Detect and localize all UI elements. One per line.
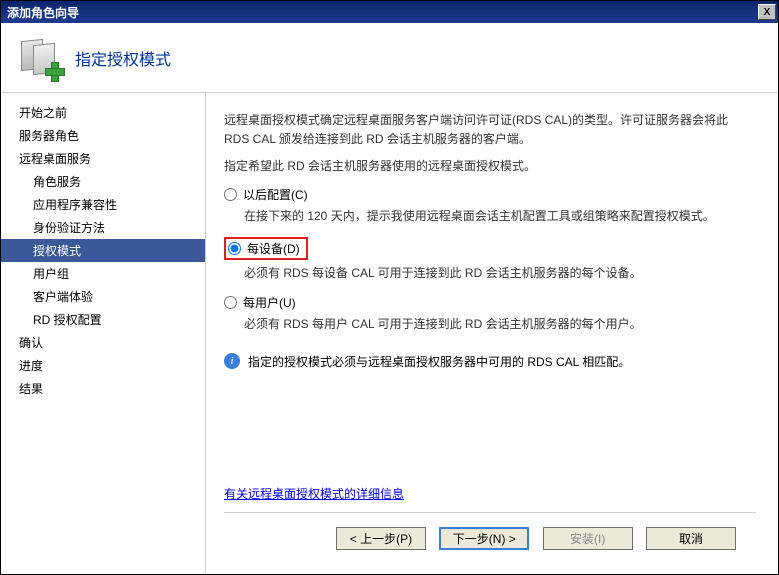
- info-text: 指定的授权模式必须与远程桌面授权服务器中可用的 RDS CAL 相匹配。: [248, 353, 630, 371]
- sidebar-item-6[interactable]: 授权模式: [1, 239, 205, 262]
- description-text: 远程桌面授权模式确定远程桌面服务客户端访问许可证(RDS CAL)的类型。许可证…: [224, 111, 756, 149]
- server-role-icon: [21, 38, 61, 78]
- sidebar-item-12[interactable]: 结果: [1, 377, 205, 400]
- option-help-per-user: 必须有 RDS 每用户 CAL 可用于连接到此 RD 会话主机服务器的每个用户。: [224, 315, 756, 333]
- option-label-per-user: 每用户(U): [243, 294, 296, 311]
- sidebar-item-10[interactable]: 确认: [1, 331, 205, 354]
- option-row-later[interactable]: 以后配置(C): [224, 186, 756, 203]
- sidebar-item-9[interactable]: RD 授权配置: [1, 308, 205, 331]
- page-title: 指定授权模式: [75, 46, 171, 70]
- content: 远程桌面授权模式确定远程桌面服务客户端访问许可证(RDS CAL)的类型。许可证…: [206, 93, 778, 574]
- body: 开始之前服务器角色远程桌面服务角色服务应用程序兼容性身份验证方法授权模式用户组客…: [1, 93, 778, 574]
- sidebar-item-2[interactable]: 远程桌面服务: [1, 147, 205, 170]
- sidebar-item-1[interactable]: 服务器角色: [1, 124, 205, 147]
- radio-later[interactable]: [224, 188, 237, 201]
- option-per-user: 每用户(U) 必须有 RDS 每用户 CAL 可用于连接到此 RD 会话主机服务器…: [224, 294, 756, 333]
- sidebar-item-5[interactable]: 身份验证方法: [1, 216, 205, 239]
- cancel-button[interactable]: 取消: [646, 527, 736, 550]
- option-help-per-device: 必须有 RDS 每设备 CAL 可用于连接到此 RD 会话主机服务器的每个设备。: [224, 264, 756, 282]
- radio-per-device[interactable]: [228, 242, 241, 255]
- window-title: 添加角色向导: [7, 4, 79, 21]
- option-label-per-device: 每设备(D): [247, 240, 300, 257]
- option-later: 以后配置(C) 在接下来的 120 天内，提示我使用远程桌面会话主机配置工具或组策…: [224, 186, 756, 225]
- sidebar-item-8[interactable]: 客户端体验: [1, 285, 205, 308]
- sidebar-item-11[interactable]: 进度: [1, 354, 205, 377]
- sidebar-item-4[interactable]: 应用程序兼容性: [1, 193, 205, 216]
- option-help-later: 在接下来的 120 天内，提示我使用远程桌面会话主机配置工具或组策略来配置授权模…: [224, 207, 756, 225]
- next-button[interactable]: 下一步(N) >: [439, 527, 529, 550]
- option-per-device: 每设备(D) 必须有 RDS 每设备 CAL 可用于连接到此 RD 会话主机服务器…: [224, 237, 756, 282]
- option-row-per-device[interactable]: 每设备(D): [224, 237, 308, 260]
- install-button[interactable]: 安装(I): [543, 527, 633, 550]
- radio-per-user[interactable]: [224, 296, 237, 309]
- option-row-per-user[interactable]: 每用户(U): [224, 294, 756, 311]
- info-row: i 指定的授权模式必须与远程桌面授权服务器中可用的 RDS CAL 相匹配。: [224, 353, 756, 371]
- header: 指定授权模式: [1, 23, 778, 93]
- sidebar-item-3[interactable]: 角色服务: [1, 170, 205, 193]
- info-icon: i: [224, 353, 240, 369]
- prev-button[interactable]: < 上一步(P): [336, 527, 426, 550]
- sidebar: 开始之前服务器角色远程桌面服务角色服务应用程序兼容性身份验证方法授权模式用户组客…: [1, 93, 206, 574]
- sidebar-item-7[interactable]: 用户组: [1, 262, 205, 285]
- titlebar: 添加角色向导 X: [1, 1, 778, 23]
- options-group: 以后配置(C) 在接下来的 120 天内，提示我使用远程桌面会话主机配置工具或组策…: [224, 186, 756, 345]
- sidebar-item-0[interactable]: 开始之前: [1, 101, 205, 124]
- wizard-window: 添加角色向导 X 指定授权模式 开始之前服务器角色远程桌面服务角色服务应用程序兼…: [0, 0, 779, 575]
- footer: < 上一步(P) 下一步(N) > 安装(I) 取消: [224, 512, 756, 564]
- details-link[interactable]: 有关远程桌面授权模式的详细信息: [224, 487, 404, 501]
- prompt-text: 指定希望此 RD 会话主机服务器使用的远程桌面授权模式。: [224, 157, 756, 174]
- close-button[interactable]: X: [758, 4, 776, 20]
- link-row: 有关远程桌面授权模式的详细信息: [224, 485, 756, 502]
- option-label-later: 以后配置(C): [243, 186, 308, 203]
